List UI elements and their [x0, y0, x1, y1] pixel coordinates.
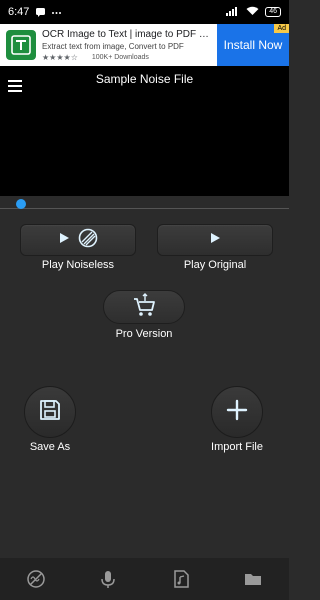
- bottom-nav: [0, 558, 289, 600]
- save-as-button[interactable]: [24, 386, 76, 438]
- seekbar-thumb[interactable]: [16, 199, 26, 209]
- plus-icon: [226, 399, 248, 426]
- more-notifications-icon: [51, 7, 62, 18]
- ad-banner[interactable]: OCR Image to Text | image to PDF co... E…: [0, 24, 289, 66]
- audio-file-icon[interactable]: [169, 567, 193, 591]
- play-original-button[interactable]: [157, 224, 273, 256]
- shopping-cart-icon: [131, 292, 157, 323]
- ad-rating-stars: ★★★★☆: [42, 52, 78, 62]
- chat-notification-icon: [35, 7, 46, 18]
- app-header: Sample Noise File: [0, 66, 289, 196]
- pro-version-label: Pro Version: [115, 328, 173, 340]
- import-file-label: Import File: [211, 441, 263, 453]
- battery-icon: 46: [265, 7, 281, 17]
- folder-icon[interactable]: [241, 567, 265, 591]
- ad-subtitle: Extract text from image, Convert to PDF: [42, 41, 184, 51]
- noise-filter-icon: [78, 228, 98, 253]
- play-noiseless-label: Play Noiseless: [41, 259, 115, 271]
- noise-off-icon[interactable]: [24, 567, 48, 591]
- import-file-button[interactable]: [211, 386, 263, 438]
- save-as-label: Save As: [29, 441, 71, 453]
- ad-badge: Ad: [274, 24, 289, 33]
- play-original-label: Play Original: [183, 259, 247, 271]
- play-icon: [209, 231, 221, 249]
- status-time: 6:47: [8, 6, 30, 18]
- status-bar: 6:47 46: [0, 0, 289, 24]
- wifi-icon: [246, 6, 259, 19]
- pro-version-button[interactable]: [103, 290, 185, 324]
- ocr-app-icon[interactable]: [6, 30, 36, 60]
- floppy-disk-icon: [39, 399, 61, 426]
- playback-seekbar[interactable]: [0, 196, 289, 212]
- signal-icon: [226, 6, 240, 19]
- ad-downloads: 100K+ Downloads: [91, 53, 149, 61]
- notification-icons: [35, 7, 62, 18]
- seekbar-track[interactable]: [0, 208, 289, 209]
- microphone-icon[interactable]: [96, 567, 120, 591]
- play-noiseless-button[interactable]: [20, 224, 136, 256]
- file-title: Sample Noise File: [95, 72, 194, 86]
- ad-title[interactable]: OCR Image to Text | image to PDF co...: [42, 29, 210, 40]
- play-icon: [58, 231, 70, 249]
